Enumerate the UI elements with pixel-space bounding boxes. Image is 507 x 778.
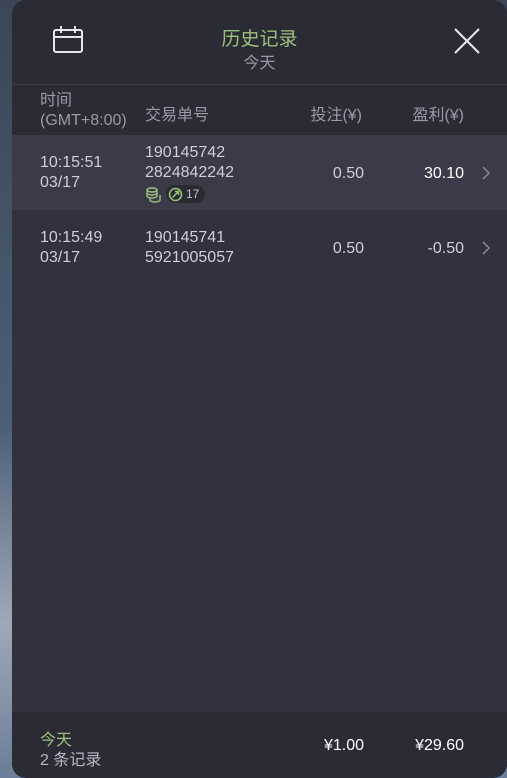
column-bet: 投注(¥): [310, 107, 362, 124]
row-order-line2: 5921005057: [145, 249, 234, 266]
row-order: 190145741 5921005057: [145, 228, 234, 268]
row-profit: 30.10: [423, 165, 464, 182]
footer-record-count: 2 条记录: [40, 752, 102, 769]
row-date-value: 03/17: [40, 174, 81, 191]
page-title: 历史记录: [221, 29, 298, 50]
column-time-zone: (GMT+8:00): [40, 112, 127, 129]
spin-icon: [168, 187, 183, 201]
close-icon[interactable]: [452, 26, 482, 56]
row-bet: 0.50: [332, 165, 364, 182]
free-spin-badge: 17: [166, 185, 206, 203]
header-bar: 历史记录 今天: [12, 0, 507, 85]
row-order-line1: 190145741: [145, 229, 226, 246]
row-order-line1: 190145742: [145, 144, 226, 161]
row-time-value: 10:15:49: [40, 229, 103, 246]
footer-total-profit: ¥29.60: [415, 737, 464, 754]
table-row[interactable]: 10:15:51 03/17 190145742 2824842242 17 0…: [12, 135, 507, 210]
row-badges: 17: [145, 185, 234, 203]
date-filter-label: 今天: [243, 55, 276, 72]
row-profit: -0.50: [427, 240, 464, 257]
column-time: 时间 (GMT+8:00): [40, 91, 127, 131]
row-time: 10:15:51 03/17: [40, 153, 102, 193]
column-header-row: 时间 (GMT+8:00) 交易单号 投注(¥) 盈利(¥): [12, 85, 507, 135]
column-order: 交易单号: [145, 107, 210, 124]
row-order: 190145742 2824842242 17: [145, 143, 234, 203]
row-time-value: 10:15:51: [40, 154, 103, 171]
chevron-right-icon[interactable]: [481, 240, 491, 256]
badge-count: 17: [186, 187, 200, 201]
column-profit: 盈利(¥): [412, 107, 464, 124]
footer-total-bet: ¥1.00: [323, 737, 364, 754]
coins-icon: [146, 186, 161, 203]
history-panel: 历史记录 今天 时间 (GMT+8:00) 交易单号 投注(¥) 盈利(¥) 1…: [12, 0, 507, 778]
row-date-value: 03/17: [40, 249, 81, 266]
column-time-label: 时间: [40, 92, 73, 109]
table-row[interactable]: 10:15:49 03/17 190145741 5921005057 0.50…: [12, 210, 507, 285]
chevron-right-icon[interactable]: [481, 165, 491, 181]
row-bet: 0.50: [332, 240, 364, 257]
row-time: 10:15:49 03/17: [40, 228, 102, 268]
row-order-line2: 2824842242: [145, 164, 234, 181]
summary-footer: 今天 2 条记录 ¥1.00 ¥29.60: [12, 712, 507, 778]
